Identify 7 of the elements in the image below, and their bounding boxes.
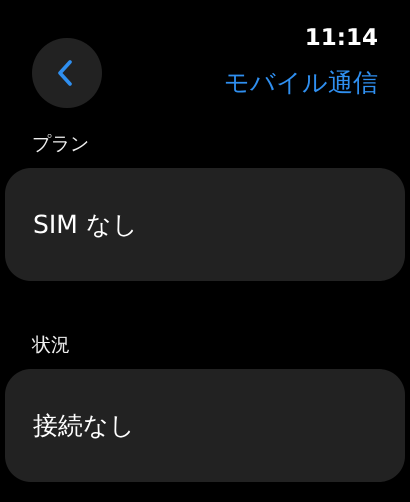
section-header: プラン xyxy=(31,132,89,156)
section-header: 状況 xyxy=(30,333,70,357)
list-cell[interactable]: SIM なし xyxy=(5,168,405,281)
list-cell[interactable]: 接続なし xyxy=(5,369,405,482)
screen-title: モバイル通信 xyxy=(224,67,378,99)
chevron-left-icon xyxy=(57,59,73,87)
status-time: 11:14 xyxy=(304,24,378,52)
